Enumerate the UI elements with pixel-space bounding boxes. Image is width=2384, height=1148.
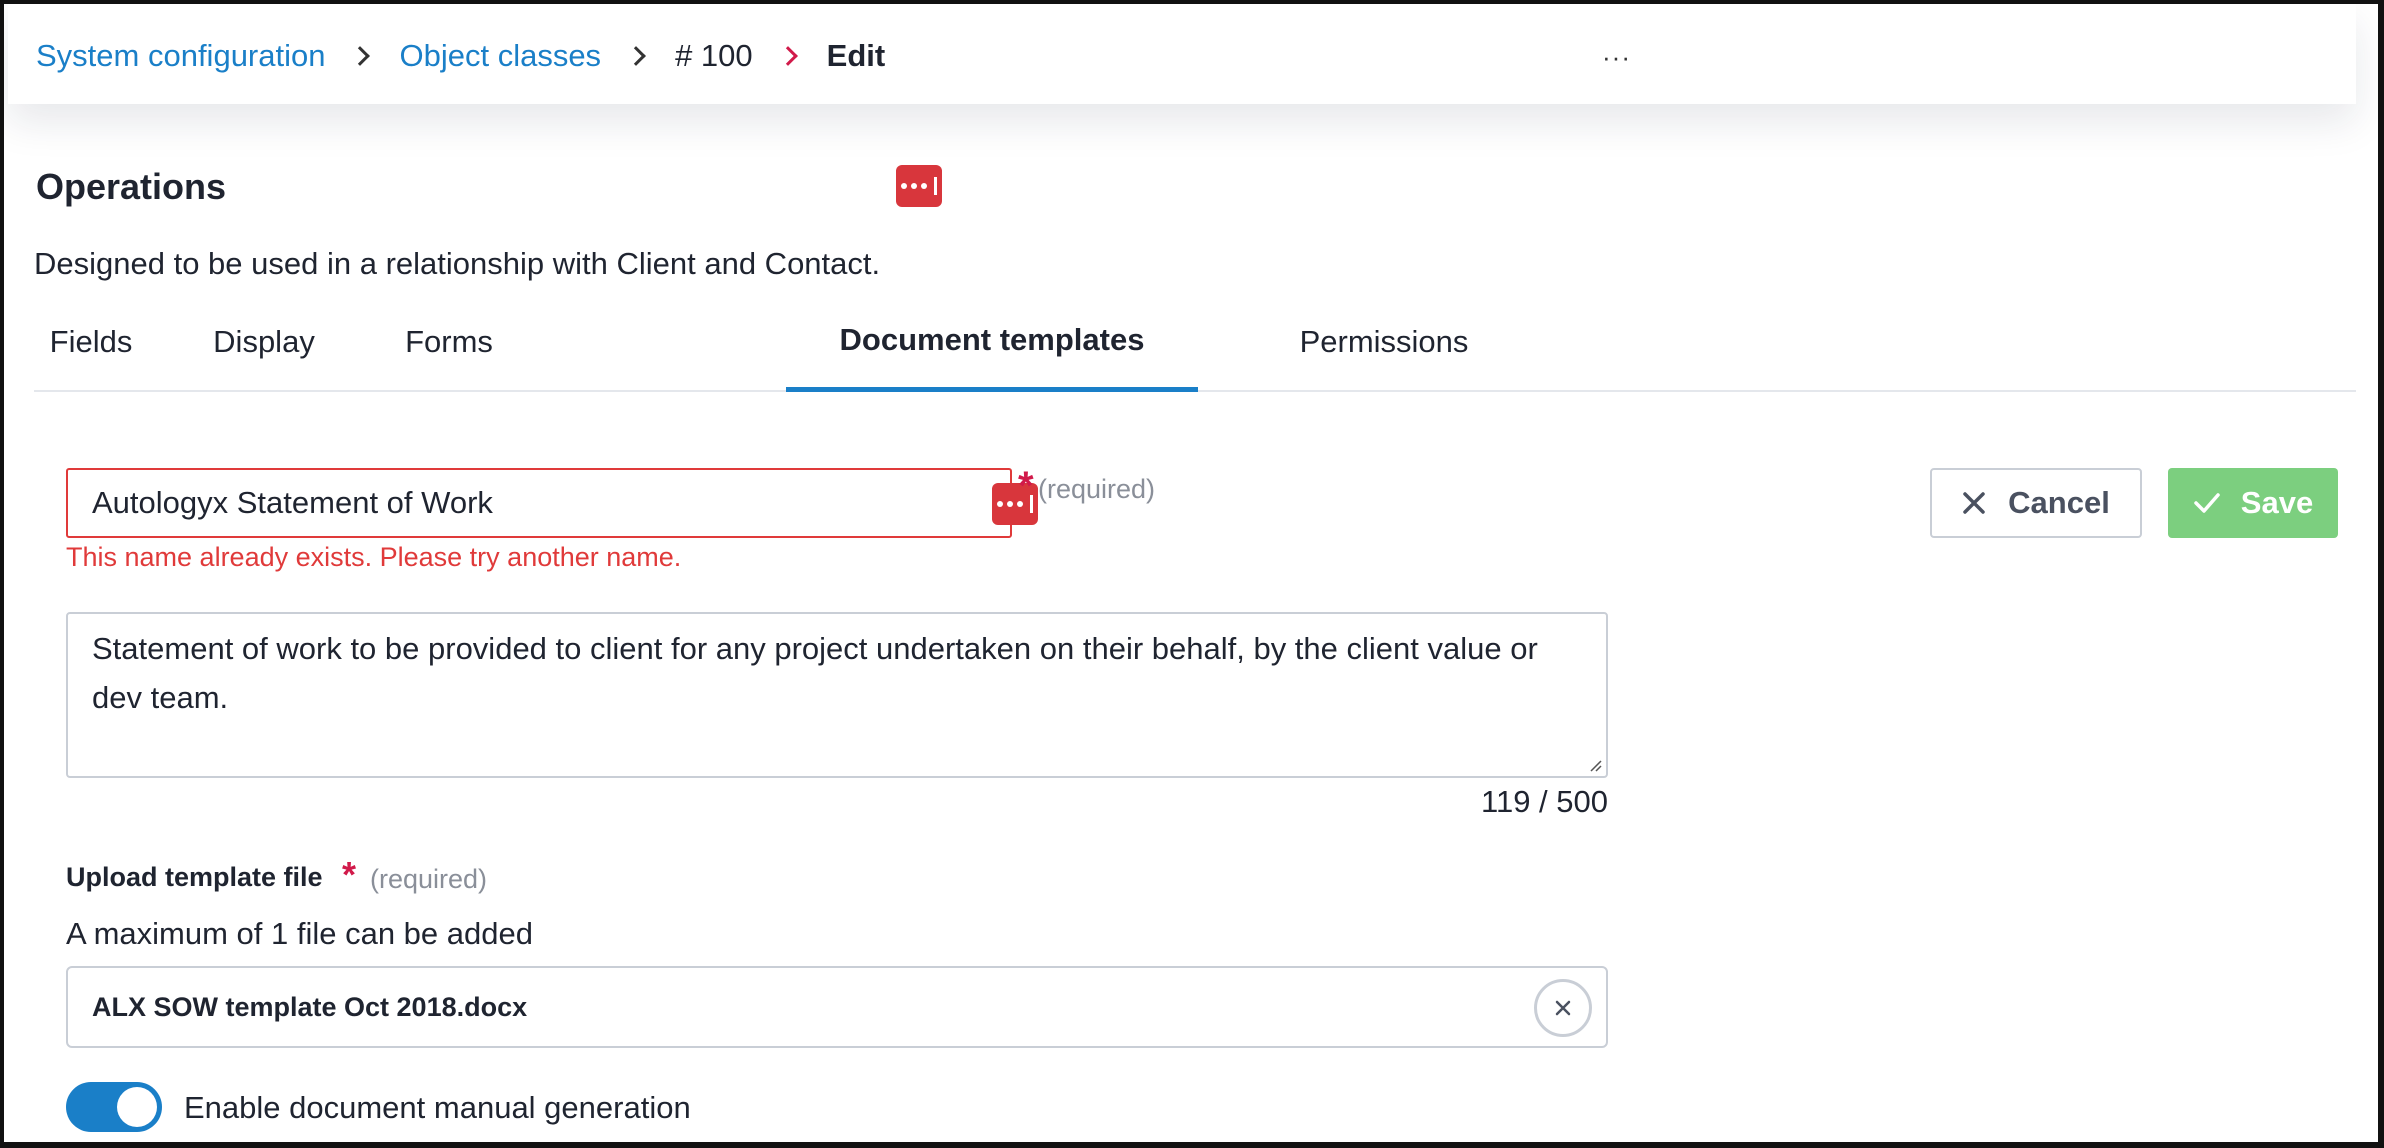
character-counter: 119 / 500	[1481, 784, 1608, 819]
uploaded-file-item: ALX SOW template Oct 2018.docx	[66, 966, 1608, 1048]
toggle-knob	[117, 1087, 157, 1127]
remove-file-icon	[1555, 1000, 1571, 1016]
manual-generation-label: Enable document manual generation	[184, 1090, 691, 1125]
header-bar: System configuration Object classes # 10…	[8, 4, 2356, 104]
page-title: Operations	[36, 166, 227, 207]
app-frame: System configuration Object classes # 10…	[0, 0, 2384, 1148]
breadcrumb-current: Edit	[826, 38, 886, 73]
required-label: (required)	[1038, 474, 1156, 504]
breadcrumb-record-id: # 100	[675, 38, 753, 73]
main-content: Operations Designed to be used in a rela…	[4, 104, 2378, 1142]
cancel-button-label: Cancel	[2008, 485, 2110, 520]
tab-permissions[interactable]: Permissions	[1284, 292, 1484, 392]
tab-forms[interactable]: Forms	[374, 292, 524, 392]
chevron-right-icon	[777, 46, 798, 66]
save-button-label: Save	[2240, 485, 2314, 520]
template-name-input[interactable]	[92, 470, 912, 536]
upload-label-text: Upload template file	[66, 862, 323, 892]
save-button[interactable]: Save	[2168, 468, 2338, 538]
tab-document-templates[interactable]: Document templates	[786, 292, 1198, 392]
required-asterisk: *	[342, 854, 357, 895]
tab-bar: Fields Display Forms Document templates …	[34, 292, 2356, 392]
cancel-button[interactable]: Cancel	[1930, 468, 2142, 538]
breadcrumb: System configuration Object classes # 10…	[36, 32, 885, 80]
close-icon	[1963, 492, 1985, 514]
check-icon	[2194, 493, 2220, 513]
upload-required-label: (required)	[370, 864, 488, 894]
name-error-message: This name already exists. Please try ano…	[66, 542, 682, 572]
description-field[interactable]: Statement of work to be provided to clie…	[66, 612, 1608, 778]
file-name: ALX SOW template Oct 2018.docx	[92, 992, 528, 1022]
remove-file-button[interactable]	[1534, 979, 1592, 1037]
required-asterisk: *	[1018, 464, 1034, 508]
page-subtitle: Designed to be used in a relationship wi…	[34, 246, 881, 281]
template-name-field[interactable]	[66, 468, 1038, 538]
manual-generation-toggle[interactable]	[66, 1082, 162, 1132]
resize-handle-icon[interactable]	[1586, 756, 1602, 772]
chevron-right-icon	[626, 46, 646, 66]
upload-hint: A maximum of 1 file can be added	[66, 916, 533, 951]
password-manager-icon[interactable]	[896, 165, 942, 207]
more-icon[interactable]: ···	[1602, 42, 1631, 73]
breadcrumb-system-configuration[interactable]: System configuration	[36, 38, 325, 74]
tab-fields[interactable]: Fields	[46, 292, 136, 392]
tab-display[interactable]: Display	[200, 292, 328, 392]
upload-label: Upload template file	[66, 862, 323, 893]
chevron-right-icon	[350, 46, 371, 66]
description-textarea[interactable]: Statement of work to be provided to clie…	[92, 624, 1582, 764]
breadcrumb-object-classes[interactable]: Object classes	[399, 38, 601, 74]
